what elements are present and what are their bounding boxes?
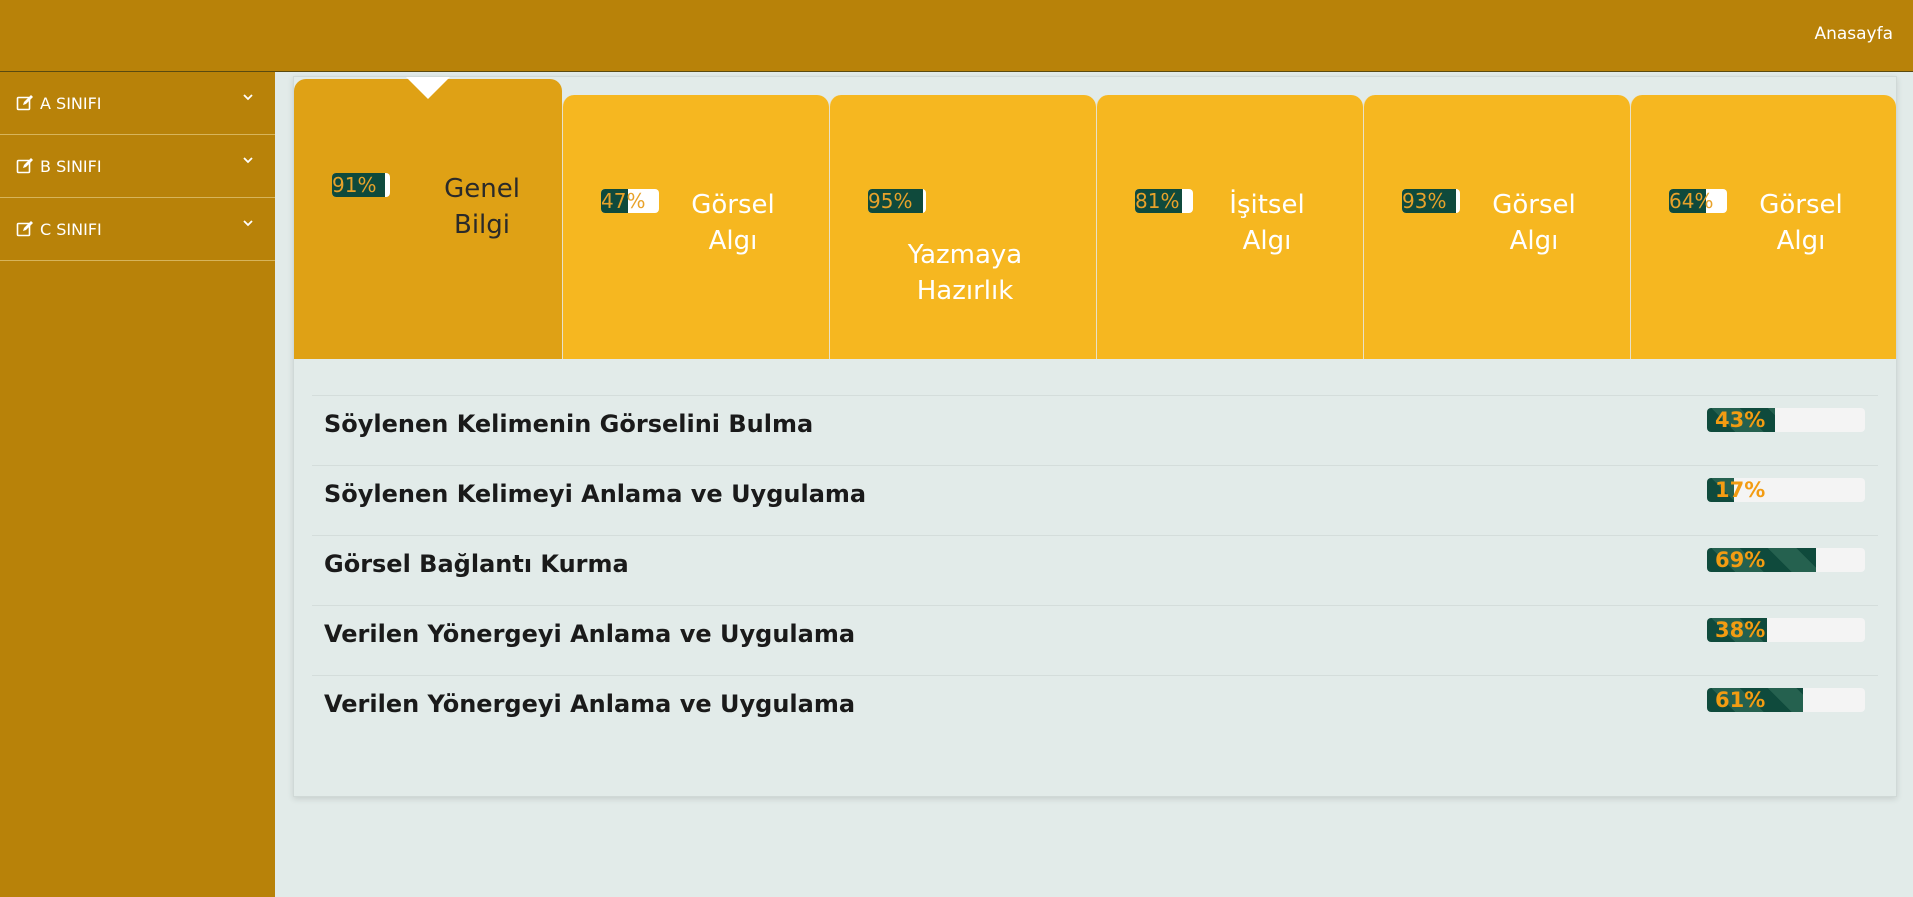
- category-tabs: 91% Genel Bilgi 47% Görsel Algı 95% Yazm…: [294, 77, 1896, 359]
- tab-label-line2: Algı: [1242, 226, 1292, 256]
- tab-label: Görsel Algı: [1474, 187, 1594, 259]
- skill-progress-bar: 43%: [1707, 408, 1865, 432]
- skill-progress-bar: 61%: [1707, 688, 1865, 712]
- tab-label-line1: Görsel: [1759, 190, 1843, 220]
- chevron-down-icon: [243, 220, 253, 227]
- tab-progress-bar: 64%: [1669, 189, 1727, 213]
- tab-label-line1: Görsel: [691, 190, 775, 220]
- skill-label: Verilen Yönergeyi Anlama ve Uygulama: [324, 690, 856, 718]
- skill-label: Verilen Yönergeyi Anlama ve Uygulama: [324, 620, 856, 648]
- tab-label: İşitsel Algı: [1207, 187, 1327, 259]
- skill-label: Söylenen Kelimenin Görselini Bulma: [324, 410, 814, 438]
- tab-progress-bar: 95%: [868, 189, 926, 213]
- list-item: Söylenen Kelimenin Görselini Bulma 43%: [312, 395, 1878, 465]
- top-navbar: Anasayfa: [0, 0, 1913, 72]
- sidebar: A SINIFI B SINIFI C SINIFI: [0, 72, 275, 897]
- tab-progress-text: 47%: [601, 189, 646, 213]
- tab-label-line2: Hazırlık: [916, 276, 1014, 306]
- sidebar-item-label: A SINIFI: [40, 93, 102, 113]
- tab-progress-text: 91%: [332, 173, 377, 197]
- tab-label: Yazmaya Hazırlık: [880, 237, 1050, 309]
- tab-progress-bar: 81%: [1135, 189, 1193, 213]
- tab-label: Görsel Algı: [1741, 187, 1861, 259]
- tab-label: Genel Bilgi: [422, 171, 542, 243]
- skill-progress-bar: 17%: [1707, 478, 1865, 502]
- skill-label: Söylenen Kelimeyi Anlama ve Uygulama: [324, 480, 867, 508]
- sidebar-item-b-sinifi[interactable]: B SINIFI: [0, 135, 275, 198]
- tab-gorsel-algi-2[interactable]: 93% Görsel Algı: [1363, 95, 1630, 359]
- list-item: Görsel Bağlantı Kurma 69%: [312, 535, 1878, 605]
- chevron-down-icon: [243, 94, 253, 101]
- skill-progress-text: 17%: [1715, 478, 1766, 502]
- tab-label-line1: İşitsel: [1229, 190, 1305, 220]
- sidebar-item-a-sinifi[interactable]: A SINIFI: [0, 72, 275, 135]
- skill-progress-text: 43%: [1715, 408, 1766, 432]
- tab-progress-text: 81%: [1135, 189, 1180, 213]
- skill-progress-text: 38%: [1715, 618, 1766, 642]
- tab-label-line2: Algı: [1509, 226, 1559, 256]
- tab-genel-bilgi[interactable]: 91% Genel Bilgi: [294, 77, 562, 359]
- skill-progress-text: 69%: [1715, 548, 1766, 572]
- tab-label-line2: Algı: [1776, 226, 1826, 256]
- tab-gorsel-algi-1[interactable]: 47% Görsel Algı: [562, 95, 829, 359]
- sidebar-item-label: B SINIFI: [40, 156, 102, 176]
- list-item: Söylenen Kelimeyi Anlama ve Uygulama 17%: [312, 465, 1878, 535]
- tab-isitsel-algi[interactable]: 81% İşitsel Algı: [1096, 95, 1363, 359]
- tab-label: Görsel Algı: [673, 187, 793, 259]
- skill-progress-bar: 38%: [1707, 618, 1865, 642]
- sidebar-item-c-sinifi[interactable]: C SINIFI: [0, 198, 275, 261]
- tab-label-line2: Bilgi: [453, 210, 510, 240]
- chevron-down-icon: [243, 157, 253, 164]
- tab-progress-bar: 91%: [332, 173, 390, 197]
- edit-icon: [16, 221, 33, 237]
- skill-progress-text: 61%: [1715, 688, 1766, 712]
- edit-icon: [16, 95, 33, 111]
- skill-label: Görsel Bağlantı Kurma: [324, 550, 629, 578]
- tab-progress-text: 64%: [1669, 189, 1714, 213]
- tab-gorsel-algi-3[interactable]: 64% Görsel Algı: [1630, 95, 1896, 359]
- tab-progress-bar: 47%: [601, 189, 659, 213]
- tab-label-line1: Genel: [444, 174, 520, 204]
- skill-list: Söylenen Kelimenin Görselini Bulma 43% S…: [312, 395, 1878, 745]
- home-link[interactable]: Anasayfa: [1814, 24, 1893, 44]
- list-item: Verilen Yönergeyi Anlama ve Uygulama 38%: [312, 605, 1878, 675]
- edit-icon: [16, 158, 33, 174]
- tab-yazmaya-hazirlik[interactable]: 95% Yazmaya Hazırlık: [829, 95, 1096, 359]
- skills-card: 91% Genel Bilgi 47% Görsel Algı 95% Yazm…: [293, 76, 1897, 797]
- sidebar-item-label: C SINIFI: [40, 219, 102, 239]
- active-tab-arrow: [406, 77, 450, 99]
- tab-label-line1: Görsel: [1492, 190, 1576, 220]
- skill-progress-bar: 69%: [1707, 548, 1865, 572]
- tab-progress-text: 95%: [868, 189, 913, 213]
- tab-label-line1: Yazmaya: [907, 240, 1023, 270]
- tab-progress-bar: 93%: [1402, 189, 1460, 213]
- tab-label-line2: Algı: [708, 226, 758, 256]
- list-item: Verilen Yönergeyi Anlama ve Uygulama 61%: [312, 675, 1878, 745]
- tab-progress-text: 93%: [1402, 189, 1447, 213]
